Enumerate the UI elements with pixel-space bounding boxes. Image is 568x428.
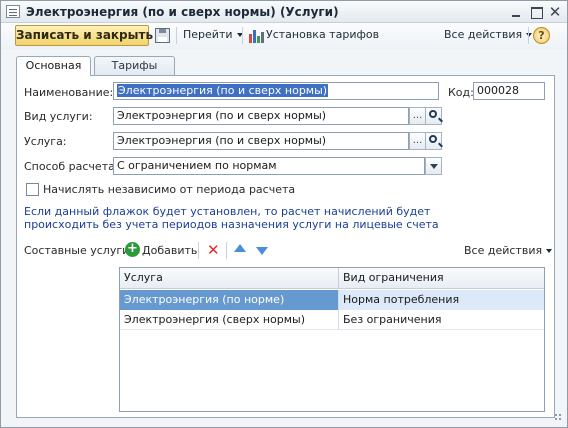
- toolbar-separator: [198, 242, 199, 259]
- toolbar-separator: [528, 27, 529, 44]
- column-header-service[interactable]: Услуга: [120, 268, 339, 289]
- name-value: Электроэнергия (по и сверх нормы): [117, 84, 329, 97]
- service-cell: Электроэнергия (сверх нормы): [120, 310, 339, 330]
- service-type-choose-button[interactable]: ...: [409, 107, 426, 125]
- components-label: Составные услуги:: [24, 244, 133, 257]
- components-toolbar: Составные услуги: + Добавить ✕ Все дейст…: [24, 242, 553, 260]
- service-type-input[interactable]: Электроэнергия (по и сверх нормы): [113, 107, 409, 125]
- toolbar-separator: [242, 27, 243, 44]
- calc-method-label: Способ расчета:: [24, 160, 119, 173]
- all-actions-menu[interactable]: Все действия: [444, 28, 533, 41]
- limit-cell: Норма потребления: [339, 290, 544, 310]
- add-button[interactable]: Добавить: [142, 244, 197, 257]
- search-icon: [429, 135, 437, 143]
- components-all-actions-menu[interactable]: Все действия: [464, 244, 553, 257]
- delete-icon[interactable]: ✕: [207, 242, 220, 258]
- maximize-button[interactable]: [528, 4, 544, 20]
- document-icon: [6, 5, 20, 18]
- toolbar-separator: [226, 242, 227, 259]
- tab-main[interactable]: Основная: [16, 56, 91, 76]
- table-header: Услуга Вид ограничения: [120, 268, 544, 289]
- service-type-open-button[interactable]: [425, 107, 442, 125]
- service-label: Услуга:: [24, 135, 67, 148]
- service-open-button[interactable]: [425, 132, 442, 150]
- service-type-label: Вид услуги:: [24, 110, 93, 123]
- tab-tariffs[interactable]: Тарифы: [94, 56, 175, 76]
- close-button[interactable]: ✕: [547, 4, 563, 20]
- bar-chart-icon: [249, 28, 264, 43]
- service-choose-button[interactable]: ...: [409, 132, 426, 150]
- limit-cell: Без ограничения: [343, 313, 442, 326]
- independent-period-checkbox[interactable]: [26, 183, 39, 196]
- service-cell: Электроэнергия (по норме): [120, 290, 339, 310]
- chevron-down-icon: [430, 164, 438, 169]
- name-input[interactable]: Электроэнергия (по и сверх нормы): [113, 82, 439, 100]
- code-input[interactable]: 000028: [473, 82, 545, 100]
- add-icon[interactable]: +: [125, 242, 140, 257]
- info-text: Если данный флажок будет установлен, то …: [24, 205, 439, 231]
- toolbar-separator: [176, 27, 177, 44]
- window-title: Электроэнергия (по и сверх нормы) (Услуг…: [26, 5, 339, 19]
- goto-menu[interactable]: Перейти: [183, 28, 243, 41]
- components-all-actions-label: Все действия: [464, 244, 543, 257]
- chevron-down-icon: [526, 33, 533, 37]
- save-icon[interactable]: [155, 28, 170, 43]
- goto-label: Перейти: [183, 28, 233, 41]
- all-actions-label: Все действия: [444, 28, 523, 41]
- tariffs-button[interactable]: Установка тарифов: [266, 28, 379, 41]
- table-row[interactable]: Электроэнергия (по норме) Норма потребле…: [120, 290, 544, 310]
- service-window: Электроэнергия (по и сверх нормы) (Услуг…: [0, 0, 568, 428]
- calc-method-select[interactable]: С ограничением по нормам: [113, 157, 425, 175]
- chevron-down-icon: [546, 249, 553, 253]
- toolbar: Записать и закрыть Перейти Установка тар…: [1, 23, 567, 49]
- resize-grip[interactable]: [552, 411, 564, 423]
- table-row[interactable]: Электроэнергия (сверх нормы) Без огранич…: [120, 310, 544, 330]
- name-label: Наименование:: [24, 86, 114, 99]
- search-icon: [429, 110, 437, 118]
- help-icon[interactable]: ?: [533, 27, 550, 44]
- components-table[interactable]: Услуга Вид ограничения Электроэнергия (п…: [119, 267, 545, 412]
- code-label: Код:: [448, 86, 474, 99]
- arrow-up-icon[interactable]: [234, 244, 246, 252]
- arrow-down-icon[interactable]: [256, 247, 268, 255]
- service-input[interactable]: Электроэнергия (по и сверх нормы): [113, 132, 409, 150]
- calc-method-dropdown-button[interactable]: [425, 157, 442, 175]
- column-header-limit[interactable]: Вид ограничения: [339, 268, 544, 289]
- minimize-button[interactable]: [508, 4, 524, 20]
- save-and-close-button[interactable]: Записать и закрыть: [15, 25, 153, 46]
- independent-period-label: Начислять независимо от периода расчета: [43, 183, 296, 196]
- title-bar[interactable]: Электроэнергия (по и сверх нормы) (Услуг…: [1, 1, 567, 23]
